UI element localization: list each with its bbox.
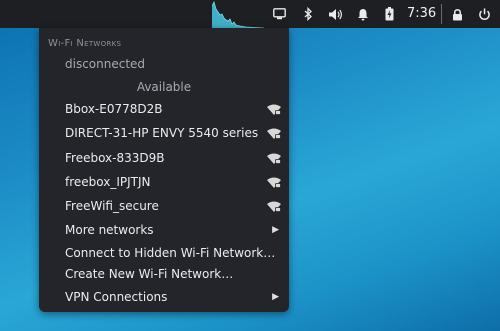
top-panel: 7:36 xyxy=(0,0,500,28)
create-new-network-item[interactable]: Create New Wi-Fi Network… xyxy=(39,263,289,285)
connect-hidden-network-item[interactable]: Connect to Hidden Wi-Fi Network… xyxy=(39,242,289,264)
available-label: Available xyxy=(136,80,192,94)
submenu-arrow-icon: ▶ xyxy=(272,225,279,235)
create-new-label: Create New Wi-Fi Network… xyxy=(65,267,234,281)
wifi-secured-icon xyxy=(267,104,281,115)
network-ssid: Bbox-E0778D2B xyxy=(65,102,163,116)
volume-icon[interactable] xyxy=(327,6,343,22)
vpn-connections-label: VPN Connections xyxy=(65,290,168,304)
network-item[interactable]: freebox_IPJTJN xyxy=(39,171,289,193)
network-ssid: FreeWifi_secure xyxy=(65,199,159,213)
wifi-networks-menu: Wi-Fi Networks disconnected Available Bb… xyxy=(39,28,289,312)
section-title: Wi-Fi Networks xyxy=(48,38,122,49)
power-icon[interactable] xyxy=(477,6,491,22)
panel-separator xyxy=(441,4,442,24)
network-ssid: Freebox-833D9B xyxy=(65,151,165,165)
display-icon[interactable] xyxy=(272,6,286,22)
connect-hidden-label: Connect to Hidden Wi-Fi Network… xyxy=(65,246,276,260)
more-networks-submenu[interactable]: More networks ▶ xyxy=(39,219,289,241)
wifi-secured-icon xyxy=(267,128,281,139)
network-ssid: freebox_IPJTJN xyxy=(65,175,151,189)
clock[interactable]: 7:36 xyxy=(407,0,436,28)
notification-bell-icon[interactable] xyxy=(356,6,370,22)
wifi-secured-icon xyxy=(267,153,281,164)
more-networks-label: More networks xyxy=(65,223,154,237)
network-item[interactable]: Bbox-E0778D2B xyxy=(39,98,289,120)
lock-icon[interactable] xyxy=(451,6,463,22)
network-item[interactable]: DIRECT-31-HP ENVY 5540 series xyxy=(39,122,289,144)
wifi-secured-icon xyxy=(267,201,281,212)
network-item[interactable]: Freebox-833D9B xyxy=(39,147,289,169)
network-ssid: DIRECT-31-HP ENVY 5540 series xyxy=(65,126,259,140)
system-monitor-graph[interactable] xyxy=(212,0,264,28)
vpn-connections-submenu[interactable]: VPN Connections ▶ xyxy=(39,286,289,308)
network-item[interactable]: FreeWifi_secure xyxy=(39,195,289,217)
battery-charging-icon[interactable] xyxy=(383,6,395,22)
wifi-secured-icon xyxy=(267,177,281,188)
connection-status: disconnected xyxy=(65,57,146,71)
bluetooth-icon[interactable] xyxy=(302,6,314,22)
submenu-arrow-icon: ▶ xyxy=(272,292,279,302)
